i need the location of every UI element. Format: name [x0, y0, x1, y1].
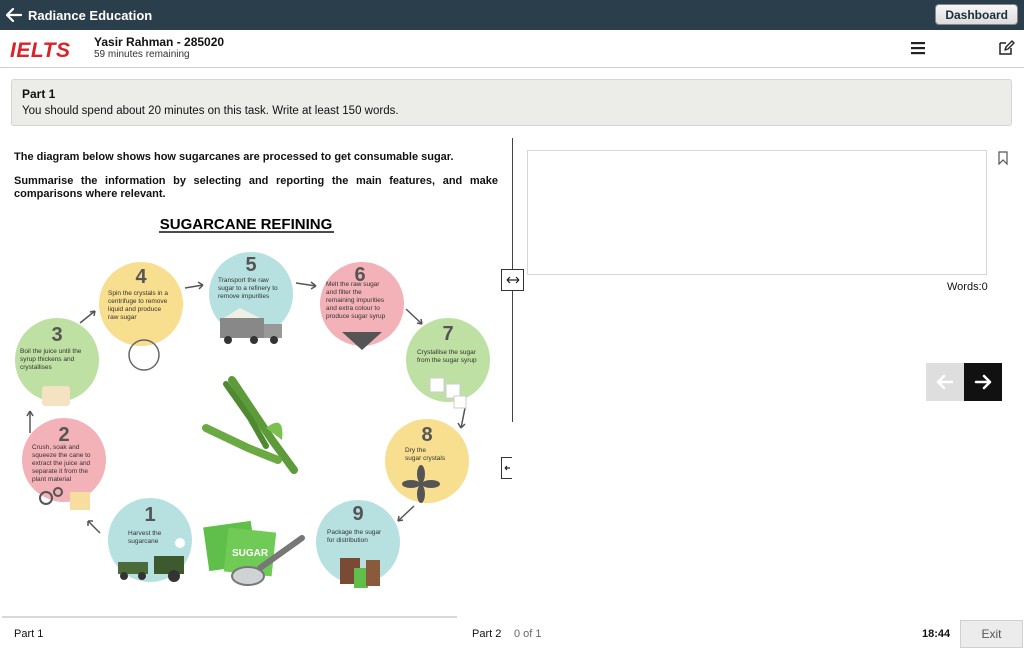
- diagram-title: SUGARCANE REFINING: [160, 216, 333, 233]
- test-header: IELTS Yasir Rahman - 285020 59 minutes r…: [0, 30, 1024, 68]
- part-title: Part 1: [22, 87, 56, 101]
- footer-part1-tab[interactable]: Part 1: [14, 628, 43, 640]
- task-instruction: Summarise the information by selecting a…: [14, 175, 498, 201]
- previous-button[interactable]: [926, 363, 964, 401]
- footer-nav: Part 1 Part 2 0 of 1 18:44 Exit: [0, 620, 1024, 652]
- time-remaining: 59 minutes remaining: [94, 49, 190, 60]
- menu-icon[interactable]: [910, 41, 926, 55]
- footer-part2-progress: 0 of 1: [514, 628, 542, 640]
- sugarcane-diagram: SUGARCANE REFINING 1 2 3 4 5 6 7 8 9 Har…: [15, 216, 490, 588]
- part1-progress-line: [2, 616, 457, 618]
- next-button[interactable]: [964, 363, 1002, 401]
- bookmark-icon[interactable]: [997, 151, 1009, 166]
- arrow-right-icon: [974, 374, 992, 390]
- dashboard-button[interactable]: Dashboard: [935, 4, 1018, 25]
- step-number-2: 2: [58, 424, 69, 446]
- footer-clock: 18:44: [922, 628, 951, 640]
- edit-notes-icon[interactable]: [997, 39, 1015, 57]
- step-number-7: 7: [442, 323, 453, 345]
- top-bar: Radiance Education Dashboard: [0, 0, 1024, 30]
- step-text-1: Harvest the sugarcane: [128, 530, 162, 545]
- task-description: The diagram below shows how sugarcanes a…: [14, 151, 454, 163]
- ielts-logo: IELTS: [10, 39, 71, 62]
- step-number-9: 9: [352, 503, 363, 525]
- step-number-5: 5: [245, 254, 256, 276]
- back-arrow-icon[interactable]: [0, 0, 28, 30]
- part-instructions: You should spend about 20 minutes on thi…: [22, 105, 399, 117]
- step-text-7: Crystallise the sugar from the sugar syru…: [417, 349, 477, 364]
- boiling-pot-icon: [42, 386, 70, 406]
- sugarcane-illustration: [202, 376, 298, 474]
- answer-textarea[interactable]: [527, 150, 987, 275]
- step-number-4: 4: [135, 266, 147, 288]
- sugar-label: SUGAR: [232, 548, 269, 559]
- packages-icon: [340, 558, 380, 588]
- step-number-3: 3: [51, 324, 62, 346]
- exit-button[interactable]: Exit: [960, 620, 1023, 648]
- candidate-name: Yasir Rahman - 285020: [94, 35, 225, 49]
- step-number-8: 8: [421, 424, 432, 446]
- arrow-left-icon: [936, 374, 954, 390]
- sugar-bag-illustration: SUGAR: [203, 520, 305, 586]
- filter-icon: [342, 332, 382, 359]
- collapse-handle-icon[interactable]: [501, 457, 512, 479]
- footer-part2-tab[interactable]: Part 2: [472, 628, 501, 640]
- part-banner: Part 1 You should spend about 20 minutes…: [11, 79, 1012, 126]
- step-text-6: Melt the raw sugar and filter the remainin…: [326, 281, 386, 320]
- resize-handle-icon[interactable]: [501, 269, 524, 291]
- app-title: Radiance Education: [28, 7, 153, 23]
- word-count: Words:0: [947, 281, 988, 293]
- step-number-1: 1: [144, 504, 155, 526]
